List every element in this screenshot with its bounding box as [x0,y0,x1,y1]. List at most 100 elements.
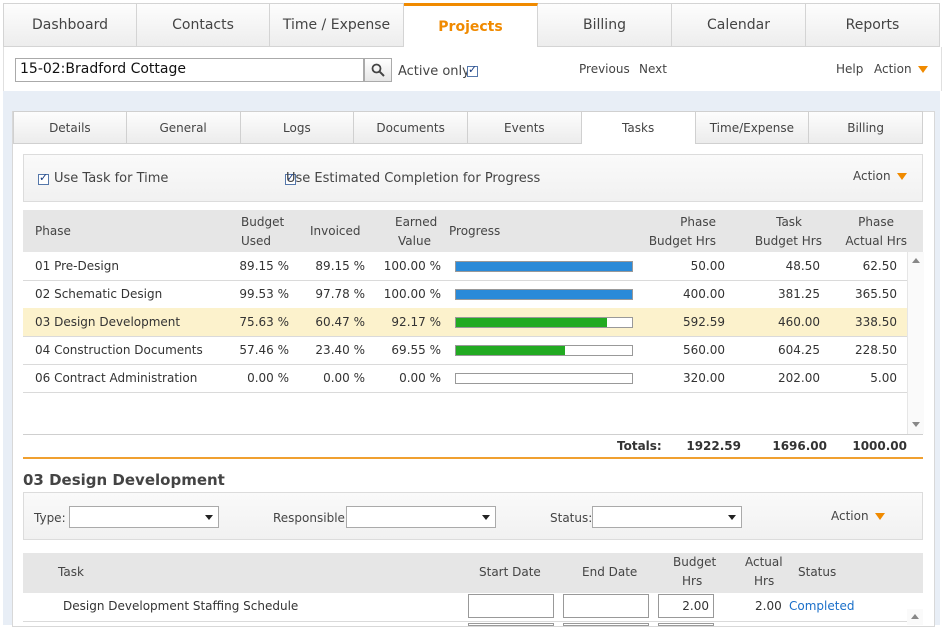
subtab-logs[interactable]: Logs [240,111,355,144]
task-budget-hrs: 202.00 [778,371,820,385]
responsible-select[interactable] [346,506,496,528]
active-only-label: Active only [398,64,470,79]
phase-invoiced: 89.15 % [315,259,365,273]
next-link[interactable]: Next [639,62,667,76]
task-name: Design Development Staffing Schedule [63,599,299,613]
col-budget-hrs-2: Hrs [682,574,703,588]
task-budget-hrs-input[interactable]: 2.00 [658,594,714,618]
task-grid-header: Task Start Date End Date Budget Hrs Actu… [23,553,923,593]
subtab-billing[interactable]: Billing [809,111,923,144]
toolbar-action-menu[interactable]: Action [874,62,928,76]
task-budget-hrs: 604.25 [778,343,820,357]
nav-tab-reports[interactable]: Reports [806,3,940,47]
nav-tab-dashboard[interactable]: Dashboard [3,3,137,47]
col-budget-hrs-1: Budget [673,555,717,569]
phase-budget-used: 57.46 % [239,343,289,357]
use-task-label: Use Task for Time [54,171,169,186]
caret-down-icon [874,513,885,520]
col-invoiced: Invoiced [310,224,361,238]
phase-name: 04 Construction Documents [35,343,203,357]
nav-tab-billing[interactable]: Billing [538,3,672,47]
progress-bar [455,261,633,272]
phase-actual-hrs: 338.50 [855,315,897,329]
phase-budget-used: 0.00 % [247,371,289,385]
col-budget-used-2: Used [241,234,272,248]
scroll-up-icon[interactable] [912,258,920,263]
nav-tab-projects[interactable]: Projects [404,3,538,47]
use-task-checkbox[interactable] [38,171,49,185]
project-search-input[interactable]: 15-02:Bradford Cottage [15,58,364,82]
options-action-menu[interactable]: Action [853,169,907,183]
phase-earned-value: 100.00 % [383,259,441,273]
nav-tab-calendar[interactable]: Calendar [672,3,806,47]
col-actual-hrs-2: Hrs [754,574,775,588]
phase-earned-value: 92.17 % [391,315,441,329]
col-progress: Progress [449,224,501,238]
phase-name: 06 Contract Administration [35,371,198,385]
phase-budget-hrs: 592.59 [683,315,725,329]
nav-tab-time-expense[interactable]: Time / Expense [270,3,404,47]
task-status-link[interactable]: Completed [789,599,854,613]
subtab-details[interactable]: Details [13,111,127,144]
col-start-date: Start Date [479,565,541,579]
col-actual-hrs-1: Actual [745,555,783,569]
col-phase-budget-1: Phase [680,215,716,229]
col-end-date: End Date [582,565,638,579]
type-select[interactable] [69,506,219,528]
phase-invoiced: 60.47 % [315,315,365,329]
options-action-label: Action [853,169,891,183]
phase-row[interactable]: 06 Contract Administration 0.00 % 0.00 % 0.… [23,364,907,393]
task-budget-hrs: 48.50 [785,259,820,273]
search-icon [371,63,385,77]
progress-fill [456,290,632,299]
subtab-general[interactable]: General [126,111,241,144]
progress-fill [456,262,632,271]
progress-bar [455,289,633,300]
phase-name: 03 Design Development [35,315,181,329]
phase-row[interactable]: 03 Design Development 75.63 % 60.47 % 92.17… [23,308,907,337]
col-earned-2: Value [398,234,431,248]
phase-earned-value: 69.55 % [391,343,441,357]
phase-budget-used: 89.15 % [239,259,289,273]
subtab-tasks[interactable]: Tasks [581,111,696,144]
col-phase-budget-2: Budget Hrs [648,234,716,248]
phase-grid-scrollbar[interactable] [907,252,924,434]
subtab-time-expense[interactable]: Time/Expense [695,111,810,144]
task-end-date-input[interactable] [563,594,649,618]
task-grid-scrollbar[interactable] [907,609,923,625]
task-start-date-input[interactable] [468,594,554,618]
phase-name: 02 Schematic Design [35,287,163,301]
task-options-bar: Use Task for Time Use Estimated Completi… [23,154,923,202]
task-filters-bar: Type: Responsible: Status: Action [23,492,923,540]
caret-down-icon [896,173,907,180]
previous-link[interactable]: Previous [579,62,630,76]
use-estimated-label: Use Estimated Completion for Progress [286,171,541,186]
project-toolbar: 15-02:Bradford Cottage Active only Previ… [3,47,942,91]
search-button[interactable] [364,58,392,82]
col-phase-actual-1: Phase [858,215,894,229]
task-row[interactable]: Design Development Staffing Schedule 2.0… [23,593,907,622]
phase-invoiced: 0.00 % [323,371,365,385]
filters-action-label: Action [831,509,869,523]
phase-earned-value: 100.00 % [383,287,441,301]
subtab-events[interactable]: Events [468,111,582,144]
type-label: Type: [34,511,66,525]
phase-budget-used: 99.53 % [239,287,289,301]
section-title: 03 Design Development [23,471,225,489]
phase-budget-hrs: 50.00 [690,259,725,273]
phase-row[interactable]: 01 Pre-Design 89.15 % 89.15 % 100.00 % 50.00… [23,252,907,281]
filters-action-menu[interactable]: Action [831,509,885,523]
col-phase-actual-2: Actual Hrs [845,234,907,248]
totals-label: Totals: [617,439,662,453]
subtab-documents[interactable]: Documents [354,111,468,144]
nav-tab-contacts[interactable]: Contacts [137,3,270,47]
active-only-checkbox[interactable] [467,63,478,77]
col-task-budget-2: Budget Hrs [754,234,822,248]
scroll-up-icon[interactable] [911,614,919,619]
scroll-down-icon[interactable] [912,422,920,427]
phase-budget-hrs: 320.00 [683,371,725,385]
status-select[interactable] [592,506,742,528]
phase-row[interactable]: 04 Construction Documents 57.46 % 23.40 % 6… [23,336,907,365]
phase-row[interactable]: 02 Schematic Design 99.53 % 97.78 % 100.00 … [23,280,907,309]
help-link[interactable]: Help [836,62,863,76]
